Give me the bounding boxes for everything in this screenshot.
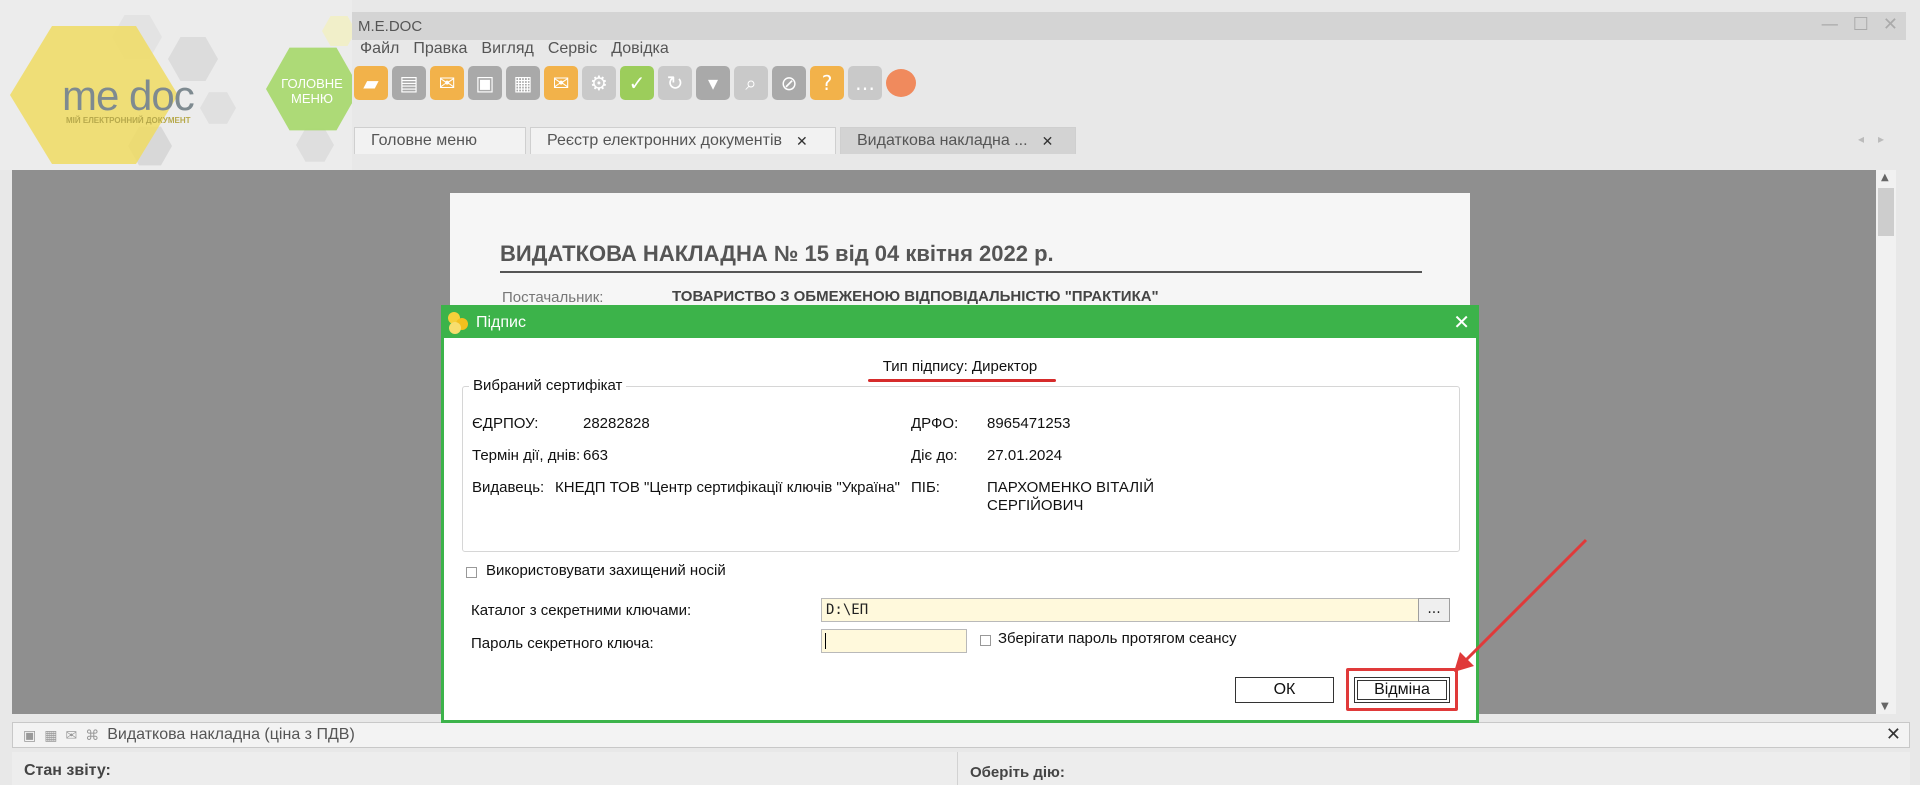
close-icon[interactable]: ✕ — [796, 133, 808, 150]
edrpou-value: 28282828 — [583, 415, 650, 432]
drfo-value: 8965471253 — [987, 415, 1071, 432]
help-icon[interactable]: ? — [810, 66, 844, 100]
menu-edit[interactable]: Правка — [413, 40, 467, 64]
close-icon[interactable]: ✕ — [1453, 310, 1470, 335]
scroll-down-icon[interactable]: ▼ — [1881, 701, 1889, 712]
print-icon[interactable]: ▦ — [506, 66, 540, 100]
certificate-legend: Вибраний сертифікат — [469, 377, 627, 394]
menu-help[interactable]: Довідка — [611, 40, 669, 64]
send-icon[interactable]: ✉ — [430, 66, 464, 100]
dialog-title: Підпис — [476, 314, 526, 331]
edrpou-label: ЄДРПОУ: — [472, 415, 539, 432]
menu-view[interactable]: Вигляд — [481, 40, 533, 64]
inbox-icon[interactable]: ▾ — [696, 66, 730, 100]
signature-dialog: Підпис ✕ Тип підпису: Директор Вибраний … — [441, 305, 1479, 723]
tab-label: Видаткова накладна ... — [857, 132, 1028, 149]
tab-scroll-arrows[interactable]: ◂▸ — [1858, 132, 1898, 146]
close-icon[interactable]: ✕ — [1886, 724, 1901, 745]
feedback-icon[interactable] — [886, 69, 916, 97]
toolbar: ▰ ▤ ✉ ▣ ▦ ✉ ⚙ ✓ ↻ ▾ ⌕ ⊘ ? … — [354, 62, 916, 104]
title-bar: M.E.DOC — ☐ ✕ — [352, 12, 1906, 40]
use-protected-media-checkbox[interactable] — [466, 567, 477, 578]
text-caret — [825, 633, 826, 649]
close-window-icon[interactable]: ✕ — [1883, 14, 1898, 35]
certificate-group: Вибраний сертифікат ЄДРПОУ: 28282828 ДРФ… — [462, 377, 1460, 552]
tab-label: Реєстр електронних документів — [547, 132, 783, 149]
minimize-icon[interactable]: — — [1821, 14, 1839, 35]
maximize-icon[interactable]: ☐ — [1853, 14, 1869, 35]
menu-file[interactable]: Файл — [360, 40, 399, 64]
pib-label: ПІБ: — [911, 479, 940, 496]
tab-registry[interactable]: Реєстр електронних документів ✕ — [530, 127, 836, 154]
window-title: M.E.DOC — [358, 17, 423, 35]
save-password-label[interactable]: Зберігати пароль протягом сеансу — [998, 630, 1237, 647]
vertical-scrollbar[interactable]: ▲ ▼ — [1876, 170, 1896, 714]
keys-directory-input[interactable]: D:\ЕП — [821, 598, 1419, 622]
signature-type-underline — [868, 379, 1056, 382]
document-status-bar: ▣ ▦ ✉ ⌘ Видаткова накладна (ціна з ПДВ) … — [12, 722, 1910, 748]
document-name: Видаткова накладна (ціна з ПДВ) — [107, 726, 355, 743]
refresh-icon[interactable]: ↻ — [658, 66, 692, 100]
supplier-value: ТОВАРИСТВО З ОБМЕЖЕНОЮ ВІДПОВІДАЛЬНІСТЮ … — [672, 288, 1159, 305]
supplier-label: Постачальник: — [502, 289, 604, 306]
archive-icon[interactable]: ▣ — [23, 727, 36, 744]
archive-icon[interactable]: ▣ — [468, 66, 502, 100]
use-protected-media-label[interactable]: Використовувати захищений носій — [486, 562, 726, 579]
settings-icon[interactable]: ⚙ — [582, 66, 616, 100]
signature-type: Тип підпису: Директор — [882, 358, 1038, 375]
choose-action-label: Оберіть дію: — [970, 764, 1065, 781]
tab-invoice[interactable]: Видаткова накладна ... ✕ — [840, 127, 1076, 154]
menu-service[interactable]: Сервіс — [548, 40, 597, 64]
menu-bar: Файл Правка Вигляд Сервіс Довідка — [352, 40, 669, 64]
medoc-logo-text: me doc — [62, 72, 195, 119]
term-label: Термін дії, днів: — [472, 447, 581, 464]
print-icon[interactable]: ▦ — [44, 727, 57, 744]
chat-icon[interactable]: … — [848, 66, 882, 100]
new-document-icon[interactable]: ▰ — [354, 66, 388, 100]
bottom-panel: Стан звіту: Оберіть дію: — [12, 752, 1910, 785]
valid-to-label: Діє до: — [911, 447, 958, 464]
save-password-checkbox[interactable] — [980, 635, 991, 646]
scroll-up-icon[interactable]: ▲ — [1881, 172, 1889, 183]
password-label: Пароль секретного ключа: — [471, 635, 654, 652]
copy-icon[interactable]: ▤ — [392, 66, 426, 100]
mail-icon[interactable]: ✉ — [65, 727, 77, 744]
main-menu-hex-label[interactable]: ГОЛОВНЕ МЕНЮ — [270, 76, 352, 106]
close-icon[interactable]: ✕ — [1042, 133, 1054, 150]
scroll-thumb[interactable] — [1878, 188, 1894, 236]
dialog-titlebar: Підпис ✕ — [444, 308, 1476, 338]
tab-label: Головне меню — [371, 132, 477, 149]
password-input[interactable] — [821, 629, 967, 653]
receive-icon[interactable]: ✉ — [544, 66, 578, 100]
drfo-label: ДРФО: — [911, 415, 959, 432]
medoc-icon — [448, 312, 470, 334]
tab-main-menu[interactable]: Головне меню — [354, 127, 526, 154]
document-title: ВИДАТКОВА НАКЛАДНА № 15 від 04 квітня 20… — [500, 241, 1422, 273]
issuer-label: Видавець: — [472, 479, 545, 496]
checklist-icon[interactable]: ✓ — [620, 66, 654, 100]
annotation-arrow-icon — [1454, 538, 1588, 672]
signature-icon[interactable]: ⊘ — [772, 66, 806, 100]
ok-button[interactable]: ОК — [1235, 677, 1334, 703]
search-icon[interactable]: ⌕ — [734, 66, 768, 100]
issuer-value: КНЕДП ТОВ "Центр сертифікації ключів "Ук… — [555, 479, 900, 496]
pib-value-line1: ПАРХОМЕНКО ВІТАЛІЙ — [987, 479, 1154, 496]
report-state-label: Стан звіту: — [24, 762, 111, 779]
pib-value-line2: СЕРГІЙОВИЧ — [987, 497, 1084, 514]
term-value: 663 — [583, 447, 609, 464]
attachment-icon[interactable]: ⌘ — [85, 727, 99, 744]
logo-area: me doc МІЙ ЕЛЕКТРОННИЙ ДОКУМЕНТ ГОЛОВНЕ … — [0, 0, 352, 170]
valid-to-value: 27.01.2024 — [987, 447, 1063, 464]
medoc-logo-subtitle: МІЙ ЕЛЕКТРОННИЙ ДОКУМЕНТ — [66, 116, 191, 125]
tab-bar: Головне меню Реєстр електронних документ… — [354, 127, 1076, 154]
keys-directory-label: Каталог з секретними ключами: — [471, 602, 692, 619]
